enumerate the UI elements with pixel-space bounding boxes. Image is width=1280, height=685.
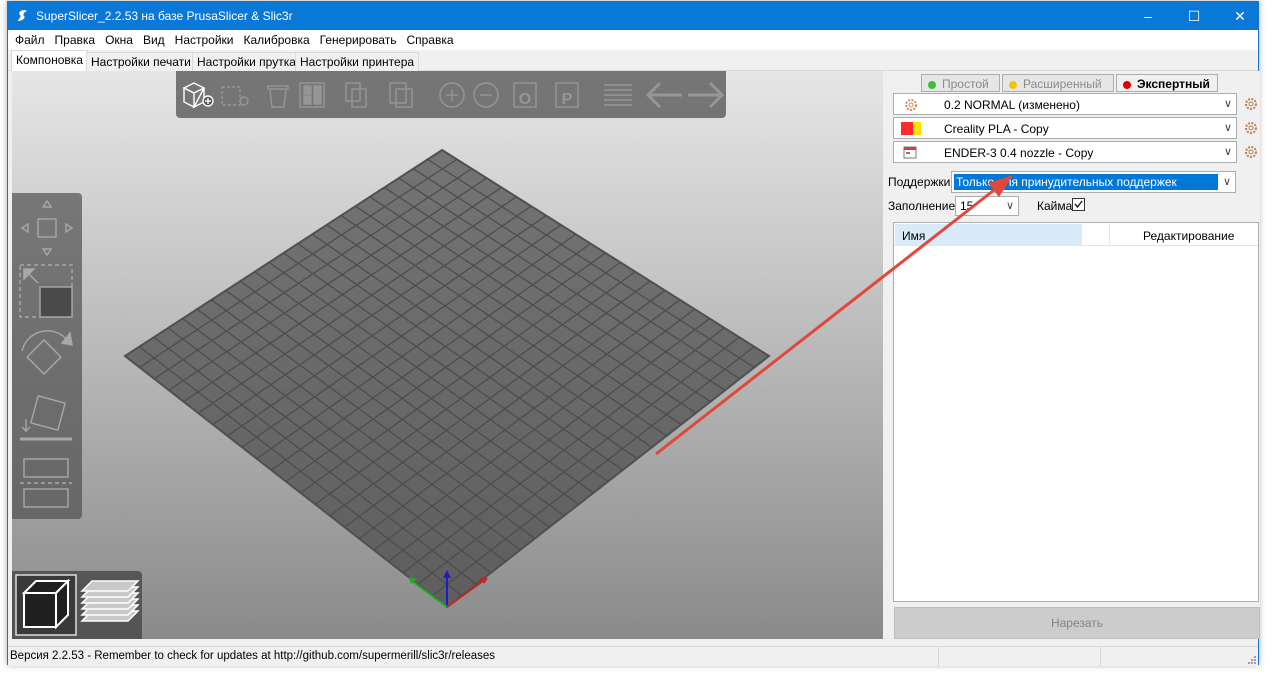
- filament-preset-select[interactable]: Creality PLA - Copy ∨: [893, 117, 1237, 139]
- layers-editing-icon: [604, 84, 632, 106]
- delete-all-icon: [267, 85, 289, 108]
- tab-print-settings[interactable]: Настройки печати: [86, 52, 196, 71]
- status-divider: [938, 647, 939, 666]
- remove-instance-icon: [473, 82, 499, 108]
- chevron-down-icon: ∨: [1222, 176, 1231, 188]
- menu-view[interactable]: Вид: [138, 30, 170, 47]
- scale-icon: [19, 264, 73, 318]
- checkmark-icon: [1074, 200, 1083, 209]
- column-name-header[interactable]: Имя: [895, 224, 1082, 246]
- object-list-header: Имя Редактирование: [894, 223, 1258, 246]
- brim-label: Кайма:: [1037, 199, 1076, 213]
- minimize-icon[interactable]: –: [1125, 2, 1171, 30]
- rotate-icon: [21, 330, 73, 375]
- place-on-face-icon: [20, 394, 72, 441]
- view-switcher: [12, 571, 142, 639]
- menu-settings[interactable]: Настройки: [170, 30, 239, 47]
- printer-preset-gear-icon[interactable]: [1244, 145, 1258, 159]
- print-preset-gear-icon[interactable]: [1244, 97, 1258, 111]
- filament-preset-gear-icon[interactable]: [1244, 121, 1258, 135]
- mode-simple-label: Простой: [942, 77, 989, 91]
- supports-value: Только для принудительных поддержек: [954, 174, 1218, 190]
- 3d-view-icon: [15, 574, 77, 636]
- chevron-down-icon: ∨: [1005, 200, 1014, 212]
- mode-advanced-dot: [1009, 80, 1017, 89]
- print-preset-select[interactable]: 0.2 NORMAL (изменено) ∨: [893, 93, 1237, 115]
- column-name-label: Имя: [902, 229, 926, 243]
- filament-color-swatch-red: [901, 122, 913, 135]
- redo-icon: [688, 81, 725, 109]
- status-divider: [1100, 647, 1101, 666]
- chevron-down-icon: ∨: [1223, 146, 1232, 158]
- top-toolbar: O P: [176, 71, 726, 118]
- column-divider: [1109, 224, 1110, 246]
- printer-preset-select[interactable]: ENDER-3 0.4 nozzle - Copy ∨: [893, 141, 1237, 163]
- preview-icon: [80, 580, 140, 622]
- resize-grip-icon[interactable]: [1246, 654, 1256, 664]
- menu-windows[interactable]: Окна: [100, 30, 138, 47]
- menu-bar: Файл Правка Окна Вид Настройки Калибровка Гене…: [8, 30, 1258, 50]
- tab-filament-settings[interactable]: Настройки прутка: [192, 52, 301, 71]
- undo-icon: [645, 81, 682, 109]
- cut-icon: [20, 458, 72, 508]
- maximize-icon[interactable]: ☐: [1171, 2, 1217, 30]
- arrange-icon: [299, 82, 325, 108]
- mode-simple-button[interactable]: Простой: [921, 74, 1000, 92]
- split-objects-icon: O: [513, 82, 537, 108]
- split-parts-icon: P: [555, 82, 579, 108]
- menu-file[interactable]: Файл: [10, 30, 50, 47]
- mode-expert-label: Экспертный: [1137, 77, 1210, 91]
- svg-text:P: P: [562, 91, 573, 108]
- printer-icon: [903, 146, 917, 159]
- filament-preset-value: Creality PLA - Copy: [944, 122, 1049, 136]
- svg-text:O: O: [519, 91, 531, 108]
- menu-help[interactable]: Справка: [401, 30, 458, 47]
- tab-plater[interactable]: Компоновка: [11, 50, 88, 71]
- paste-icon: [389, 82, 413, 108]
- copy-icon: [345, 82, 367, 108]
- print-bed: [123, 148, 771, 609]
- slice-button[interactable]: Нарезать: [894, 607, 1260, 639]
- filament-color-swatch-yellow: [913, 122, 921, 135]
- column-edit-label[interactable]: Редактирование: [1143, 229, 1234, 243]
- mode-expert-button[interactable]: Экспертный: [1116, 74, 1218, 92]
- mode-advanced-label: Расширенный: [1023, 77, 1102, 91]
- main-tabs: Компоновка Настройки печати Настройки пр…: [8, 50, 1258, 71]
- 3d-viewport[interactable]: O P: [12, 71, 883, 639]
- mode-simple-dot: [928, 80, 936, 89]
- add-instance-icon: [439, 82, 465, 108]
- infill-label: Заполнение:: [888, 199, 959, 213]
- menu-edit[interactable]: Правка: [50, 30, 101, 47]
- supports-label: Поддержки:: [888, 175, 954, 189]
- print-preset-value: 0.2 NORMAL (изменено): [944, 98, 1080, 112]
- close-icon[interactable]: ✕: [1217, 2, 1263, 30]
- move-icon: [20, 199, 74, 257]
- delete-icon: [221, 86, 249, 106]
- menu-calibration[interactable]: Калибровка: [239, 30, 315, 47]
- status-text: Версия 2.2.53 - Remember to check for up…: [10, 650, 496, 662]
- chevron-down-icon: ∨: [1223, 98, 1232, 110]
- object-list[interactable]: Имя Редактирование: [893, 222, 1259, 602]
- status-bar: Версия 2.2.53 - Remember to check for up…: [8, 646, 1258, 666]
- app-window: SuperSlicer_2.2.53 на базе PrusaSlicer &…: [7, 1, 1260, 666]
- menu-generate[interactable]: Генерировать: [315, 30, 402, 47]
- chevron-down-icon: ∨: [1223, 122, 1232, 134]
- tab-printer-settings[interactable]: Настройки принтера: [295, 52, 420, 71]
- printer-preset-value: ENDER-3 0.4 nozzle - Copy: [944, 146, 1094, 160]
- bed-canvas: [123, 148, 771, 609]
- mode-advanced-button[interactable]: Расширенный: [1002, 74, 1114, 92]
- infill-value: 15: [960, 199, 974, 213]
- gizmo-toolbar: [12, 193, 82, 519]
- supports-select[interactable]: Только для принудительных поддержек ∨: [951, 171, 1236, 193]
- side-panel: Простой Расширенный Экспертный 0.2 NORMA…: [886, 71, 1260, 639]
- title-bar: SuperSlicer_2.2.53 на базе PrusaSlicer &…: [8, 2, 1258, 30]
- infill-select[interactable]: 15 ∨: [955, 196, 1019, 216]
- mode-expert-dot: [1123, 80, 1131, 89]
- print-preset-icon: [905, 99, 917, 111]
- app-logo-icon: [18, 10, 27, 21]
- brim-checkbox[interactable]: [1072, 198, 1085, 211]
- window-title: SuperSlicer_2.2.53 на базе PrusaSlicer &…: [36, 9, 293, 23]
- add-icon: [182, 82, 214, 109]
